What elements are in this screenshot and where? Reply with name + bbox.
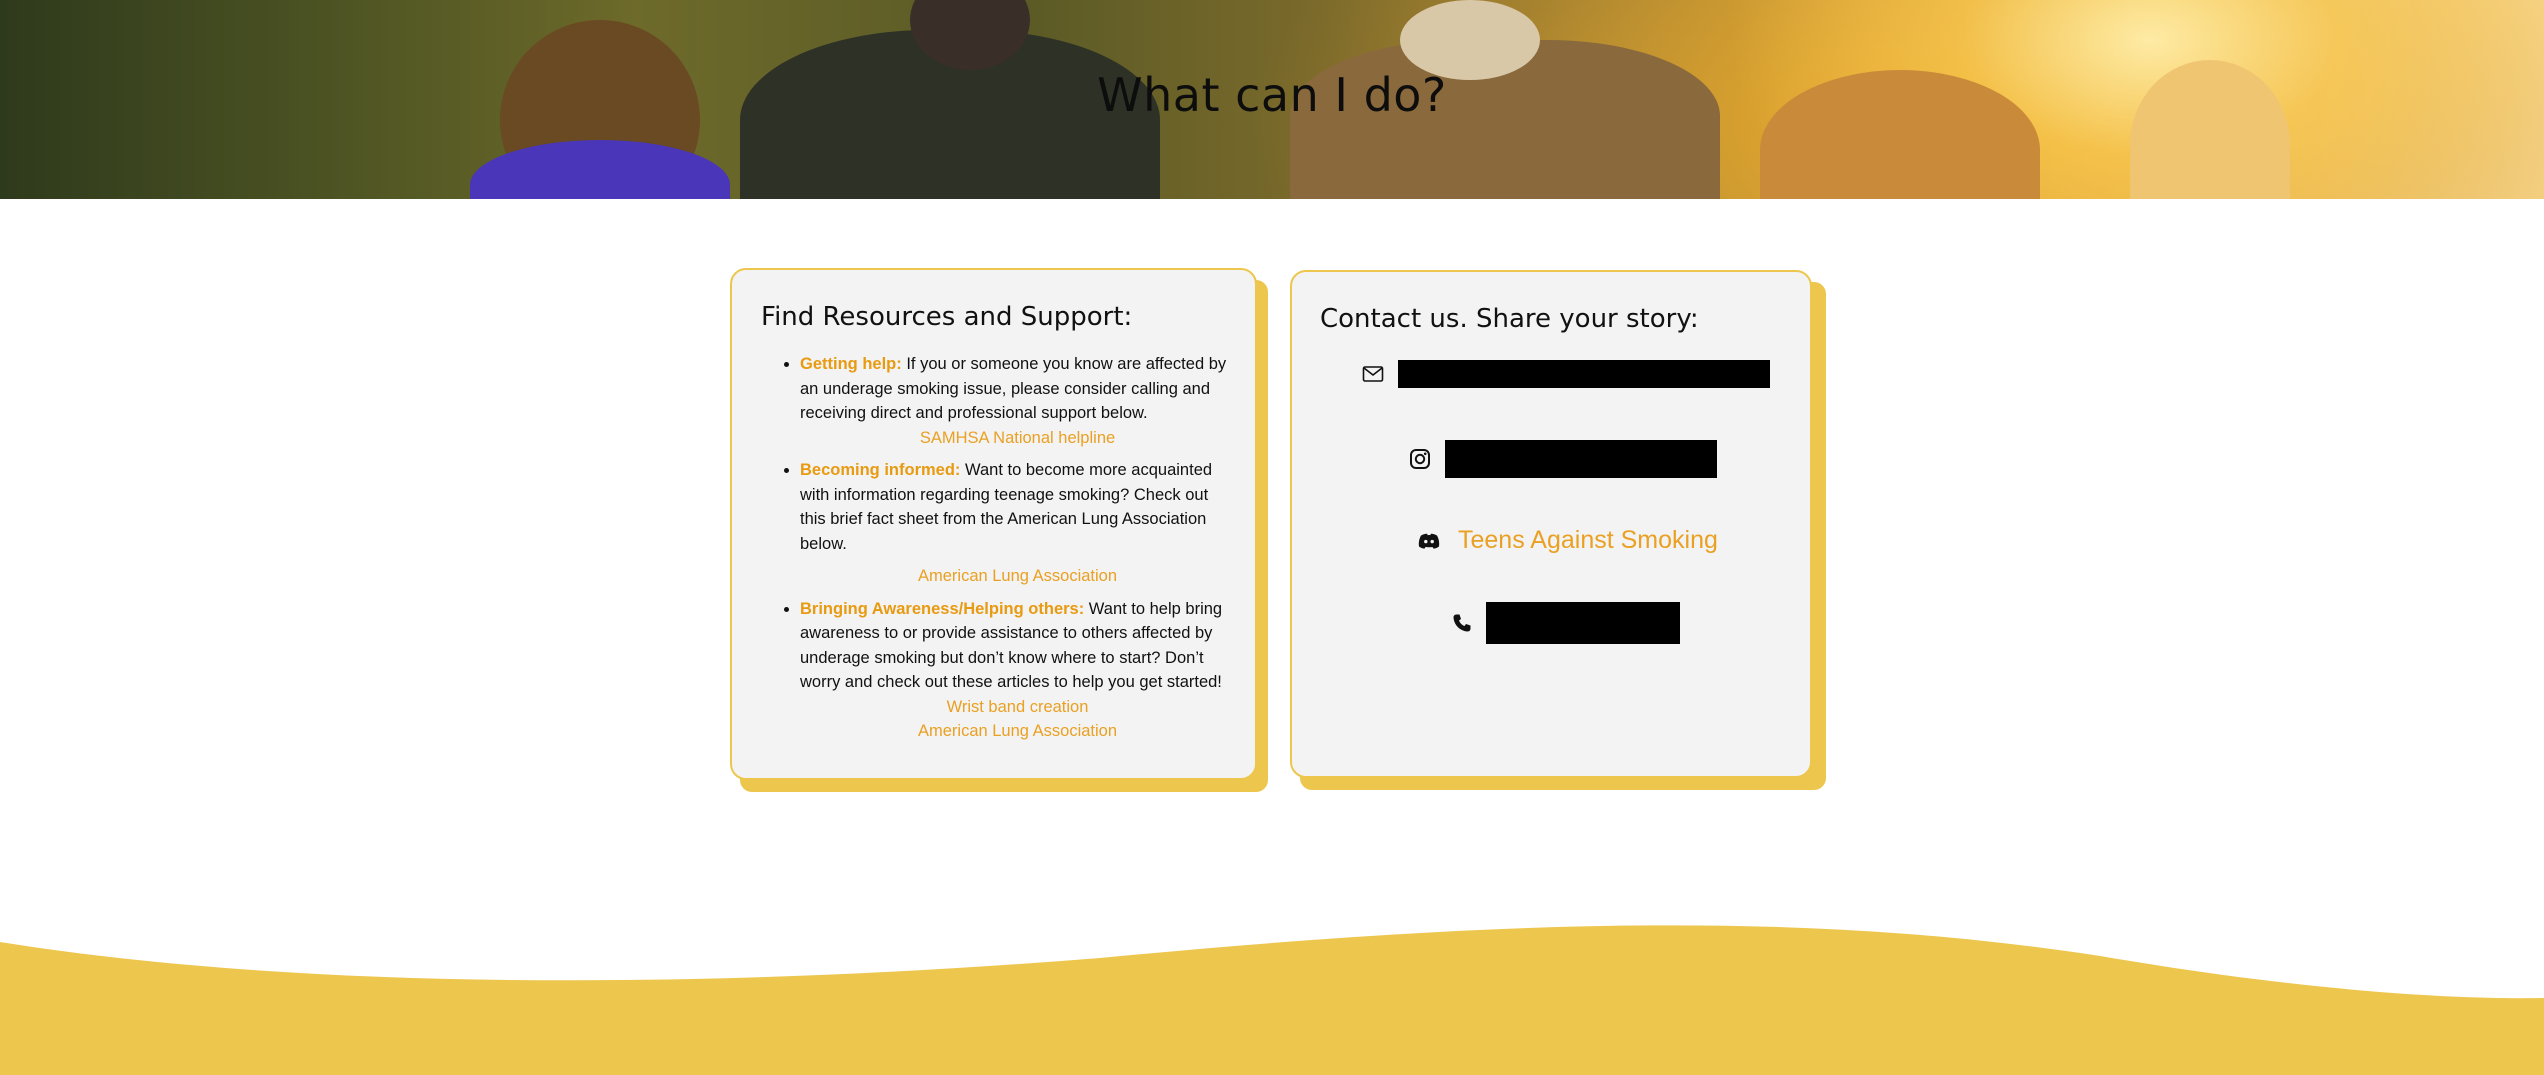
instagram-handle-redacted[interactable] xyxy=(1445,440,1717,478)
contact-title: Contact us. Share your story: xyxy=(1320,304,1699,334)
contact-discord-row: Teens Against Smoking xyxy=(1418,526,1718,555)
discord-icon xyxy=(1418,533,1440,549)
resource-link-samhsa[interactable]: SAMHSA National helpline xyxy=(800,426,1235,451)
phone-number-redacted[interactable] xyxy=(1486,602,1680,644)
discord-link[interactable]: Teens Against Smoking xyxy=(1458,526,1718,555)
mail-icon xyxy=(1362,365,1384,383)
list-item: Getting help: If you or someone you know… xyxy=(800,352,1235,450)
resource-link-wristband[interactable]: Wrist band creation xyxy=(800,695,1235,720)
contact-card: Contact us. Share your story: Teens Agai… xyxy=(1290,270,1812,778)
contact-instagram-row xyxy=(1409,440,1717,478)
hero-banner: What can I do? xyxy=(0,0,2544,199)
contact-email-row xyxy=(1362,360,1770,388)
resource-link-ala[interactable]: American Lung Association xyxy=(800,564,1235,589)
resources-title: Find Resources and Support: xyxy=(761,302,1133,332)
list-item: Bringing Awareness/Helping others: Want … xyxy=(800,597,1235,744)
phone-icon xyxy=(1452,613,1472,633)
list-item: Becoming informed: Want to become more a… xyxy=(800,458,1235,589)
resource-lead: Becoming informed: xyxy=(800,461,961,479)
resources-card: Find Resources and Support: Getting help… xyxy=(730,268,1257,780)
instagram-icon xyxy=(1409,448,1431,470)
contact-phone-row xyxy=(1452,602,1680,644)
footer-wave xyxy=(0,925,2544,1075)
resources-list: Getting help: If you or someone you know… xyxy=(760,352,1235,752)
resource-link-ala-2[interactable]: American Lung Association xyxy=(800,719,1235,744)
resource-lead: Getting help: xyxy=(800,355,902,373)
email-address-redacted[interactable] xyxy=(1398,360,1770,388)
page-title: What can I do? xyxy=(1097,68,1447,122)
resource-lead: Bringing Awareness/Helping others: xyxy=(800,599,1085,618)
